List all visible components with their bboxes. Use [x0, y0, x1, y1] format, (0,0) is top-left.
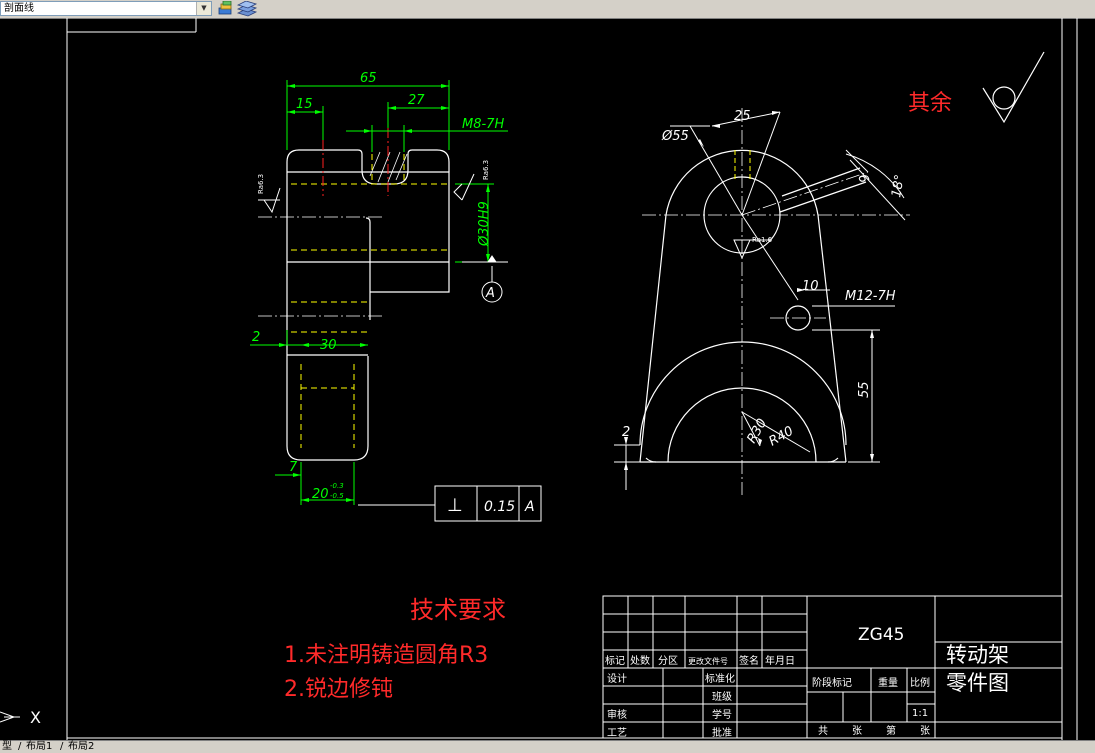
- label-weight: 重量: [878, 676, 898, 689]
- dim-2: 2: [252, 330, 260, 345]
- ucs-icon: [0, 711, 20, 723]
- dim-15: 15: [296, 97, 313, 112]
- dim-m12-thread: M12-7H: [845, 289, 896, 304]
- label-sheets: 张: [852, 725, 862, 737]
- part-name-line1: 转动架: [946, 643, 1009, 667]
- dim-20: 20: [312, 487, 329, 502]
- label-sheet: 张: [920, 725, 930, 737]
- header-cell-date: 年月日: [765, 654, 795, 667]
- layer-properties-icon[interactable]: [218, 0, 232, 15]
- header-cell-zone: 分区: [658, 655, 678, 667]
- dim-25: 25: [734, 109, 751, 124]
- dim-7: 7: [289, 460, 298, 475]
- tab-layout2[interactable]: 布局2: [66, 741, 96, 753]
- dim-2-front: 2: [622, 425, 630, 440]
- tech-req-item-1: 1.未注明铸造圆角R3: [284, 643, 488, 668]
- tech-req-item-2: 2.锐边修钝: [284, 677, 393, 702]
- layer-states-icon[interactable]: [236, 0, 258, 17]
- dim-10: 10: [802, 279, 819, 294]
- layout-tabs: 型 / 布局1 / 布局2: [0, 740, 1095, 753]
- tab-layout1[interactable]: 布局1: [24, 741, 54, 753]
- roughness-general-symbol: [982, 51, 1045, 124]
- rest-roughness-label: 其余: [908, 91, 952, 116]
- dim-r40: R40: [767, 424, 797, 450]
- dim-20-lower-tolerance: -0.5: [330, 492, 344, 500]
- label-process: 工艺: [607, 727, 627, 739]
- dim-20-upper-tolerance: -0.3: [330, 482, 344, 490]
- chevron-down-icon[interactable]: ▼: [196, 2, 211, 15]
- label-sheet-no: 第: [886, 724, 896, 737]
- roughness-right-label: Ra6.3: [482, 160, 490, 180]
- label-class: 班级: [712, 691, 732, 703]
- tab-separator-2: /: [60, 741, 64, 752]
- part-name-line2: 零件图: [946, 671, 1009, 695]
- tolerance-datum: A: [524, 499, 535, 515]
- technical-requirements: 技术要求 1.未注明铸造圆角R3 2.锐边修钝: [284, 596, 506, 702]
- label-standardization: 标准化: [705, 672, 735, 685]
- label-approve: 批准: [712, 726, 732, 739]
- roughness-left-label: Ra6.3: [257, 174, 265, 194]
- scale-value: 1:1: [912, 708, 928, 719]
- label-total: 共: [818, 725, 828, 737]
- dim-diameter-55: Ø55: [661, 129, 689, 144]
- ucs-x-label: X: [30, 708, 41, 727]
- dim-18-deg: 18°: [889, 173, 908, 198]
- layer-dropdown[interactable]: 剖面线 ▼: [0, 1, 212, 16]
- perpendicularity-symbol: ⊥: [447, 495, 463, 516]
- roughness-ra-label: Ra1.6: [752, 236, 773, 244]
- perpendicularity-frame: ⊥ 0.15 A: [358, 485, 542, 522]
- label-review: 审核: [607, 708, 627, 721]
- header-cell-mark: 标记: [605, 655, 625, 667]
- dim-bore: Ø30H9: [477, 201, 492, 247]
- header-cell-change-doc: 更改文件号: [688, 656, 728, 666]
- header-cell-count: 处数: [630, 654, 650, 667]
- tab-model[interactable]: 型: [0, 741, 14, 753]
- drawing-frame: [66, 18, 1078, 740]
- label-scale: 比例: [910, 676, 930, 689]
- tolerance-value: 0.15: [484, 499, 515, 515]
- header-cell-sign: 签名: [739, 654, 759, 667]
- label-stage-mark: 阶段标记: [812, 676, 852, 689]
- datum-a-label: A: [485, 286, 495, 301]
- toolbar: 剖面线 ▼: [0, 0, 1095, 19]
- left-section-view: Ra6.3 Ra6.3 A 65 15 27 M8-7H Ø30H9 2 30 …: [250, 71, 542, 522]
- dim-m8-thread: M8-7H: [462, 117, 504, 132]
- material-label: ZG45: [858, 625, 904, 645]
- tab-separator: /: [18, 741, 22, 752]
- label-student-no: 学号: [712, 708, 732, 721]
- layer-toolbar-icons: [218, 0, 258, 17]
- dim-65: 65: [360, 71, 377, 86]
- drawing-canvas[interactable]: Ra6.3 Ra6.3 A 65 15 27 M8-7H Ø30H9 2 30 …: [0, 18, 1095, 740]
- title-block: ZG45 转动架 零件图 标记 处数 分区 更改文件号 签名 年月日 设计 审核…: [602, 595, 1063, 739]
- dim-27: 27: [408, 93, 425, 108]
- dim-30: 30: [320, 338, 337, 353]
- label-design: 设计: [607, 672, 627, 685]
- layer-dropdown-value: 剖面线: [4, 3, 34, 14]
- dim-r30: R30: [744, 416, 770, 446]
- dim-55: 55: [857, 381, 872, 398]
- tech-req-title: 技术要求: [410, 596, 506, 624]
- front-view: Ø55 25 6 18° 10 M12-7H 55 R30 R40 2 Ra1.…: [614, 108, 910, 495]
